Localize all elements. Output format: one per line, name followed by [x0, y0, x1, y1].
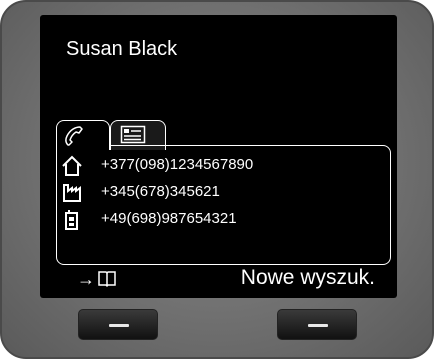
button-bar [308, 324, 328, 327]
phone-handset-icon [65, 126, 83, 146]
phone-number-office: +345(678)345621 [101, 183, 220, 200]
left-soft-button[interactable] [78, 309, 158, 340]
phone-number-home: +377(098)1234567890 [101, 156, 254, 173]
list-item[interactable]: +345(678)345621 [57, 179, 390, 205]
softkey-right-new-search[interactable]: Nowe wyszuk. [241, 266, 375, 290]
number-list: +377(098)1234567890 +345(678)345621 +49(… [56, 145, 391, 265]
phone-bezel: Susan Black +377(098)1234567890 +345(678… [0, 0, 434, 359]
mobile-icon [65, 210, 78, 230]
right-soft-button[interactable] [277, 309, 357, 340]
home-icon [62, 155, 82, 176]
phone-number-mobile: +49(698)987654321 [101, 210, 237, 227]
book-icon [98, 271, 116, 288]
office-icon [63, 184, 81, 202]
list-item[interactable]: +49(698)987654321 [57, 206, 390, 232]
button-bar [109, 324, 129, 327]
display-screen: Susan Black +377(098)1234567890 +345(678… [40, 15, 397, 298]
contact-name: Susan Black [66, 38, 178, 60]
arrow-right-icon: → [77, 269, 95, 289]
contact-card-icon [120, 125, 146, 144]
list-item[interactable]: +377(098)1234567890 [57, 152, 390, 178]
softkey-left-phonebook[interactable]: → [77, 268, 117, 290]
tab-phone-numbers[interactable] [56, 120, 110, 150]
